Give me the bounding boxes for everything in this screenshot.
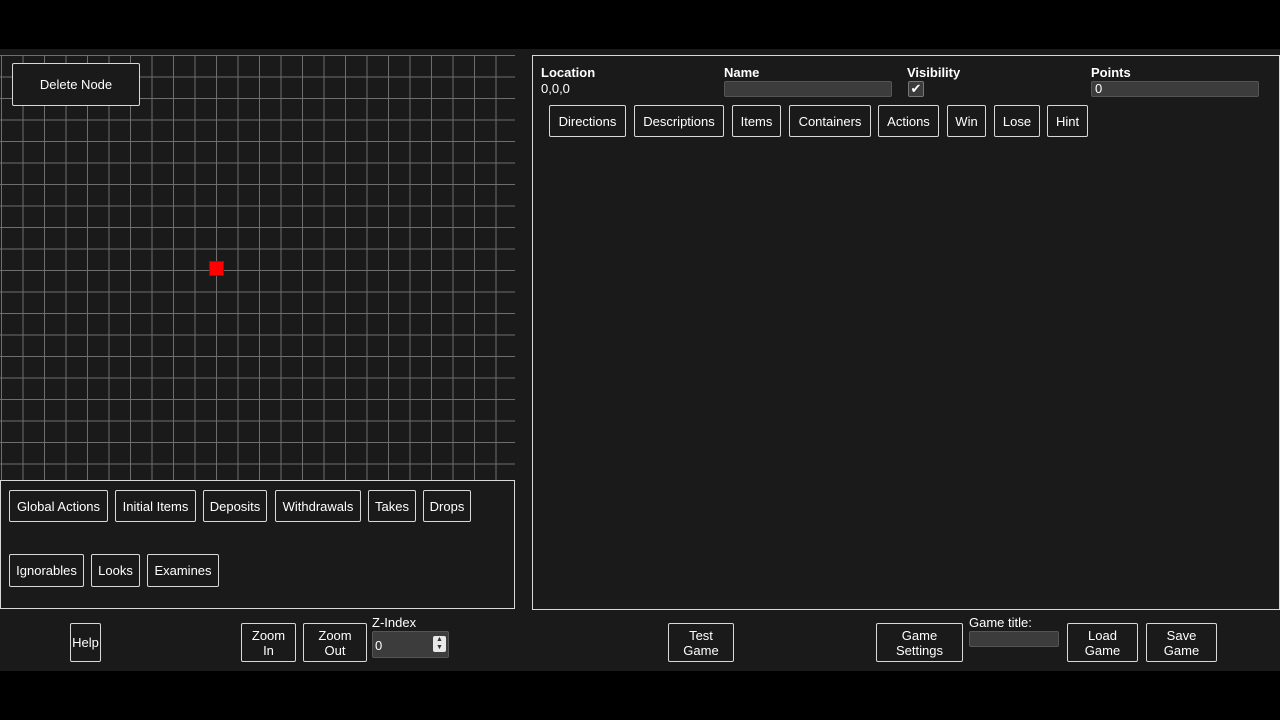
points-label: Points (1091, 65, 1131, 80)
game-title-field[interactable] (969, 631, 1059, 647)
game-title-label: Game title: (969, 615, 1032, 630)
tab-items[interactable]: Items (732, 105, 781, 137)
save-game-button[interactable]: Save Game (1146, 623, 1217, 662)
lists-panel: Global Actions Initial Items Deposits Wi… (0, 480, 515, 609)
drops-button[interactable]: Drops (423, 490, 471, 522)
load-game-button[interactable]: Load Game (1067, 623, 1138, 662)
name-label: Name (724, 65, 760, 80)
tab-win[interactable]: Win (947, 105, 986, 137)
visibility-label: Visibility (907, 65, 961, 80)
visibility-checkbox[interactable]: ✔ (908, 81, 924, 97)
tab-descriptions[interactable]: Descriptions (634, 105, 724, 137)
looks-button[interactable]: Looks (91, 554, 140, 587)
initial-items-button[interactable]: Initial Items (115, 490, 196, 522)
takes-button[interactable]: Takes (368, 490, 416, 522)
tab-hint[interactable]: Hint (1047, 105, 1088, 137)
checkmark-icon: ✔ (910, 81, 922, 96)
z-index-label: Z-Index (372, 615, 417, 630)
ignorables-button[interactable]: Ignorables (9, 554, 84, 587)
withdrawals-button[interactable]: Withdrawals (275, 490, 361, 522)
tab-directions[interactable]: Directions (549, 105, 626, 137)
examines-button[interactable]: Examines (147, 554, 219, 587)
zoom-out-button[interactable]: Zoom Out (303, 623, 367, 662)
node-editor-panel: Location 0,0,0 Name Visibility ✔ Points … (532, 55, 1280, 610)
name-field[interactable] (724, 81, 892, 97)
location-label: Location (541, 65, 596, 80)
map-node[interactable] (209, 261, 224, 276)
tab-actions[interactable]: Actions (878, 105, 939, 137)
tab-lose[interactable]: Lose (994, 105, 1040, 137)
map-grid[interactable] (0, 55, 515, 480)
delete-node-button[interactable]: Delete Node (12, 63, 140, 106)
points-field[interactable]: 0 (1091, 81, 1259, 97)
tab-containers[interactable]: Containers (789, 105, 871, 137)
help-button[interactable]: Help (70, 623, 101, 662)
location-value: 0,0,0 (541, 81, 570, 96)
z-index-value: 0 (375, 638, 383, 653)
zoom-in-button[interactable]: Zoom In (241, 623, 296, 662)
app-window: Delete Node Global Actions Initial Items… (0, 49, 1280, 671)
spinner-arrows-icon[interactable]: ▲ ▼ (433, 636, 446, 652)
deposits-button[interactable]: Deposits (203, 490, 267, 522)
game-settings-button[interactable]: Game Settings (876, 623, 963, 662)
test-game-button[interactable]: Test Game (668, 623, 734, 662)
global-actions-button[interactable]: Global Actions (9, 490, 108, 522)
z-index-stepper[interactable]: 0 ▲ ▼ (372, 631, 449, 658)
